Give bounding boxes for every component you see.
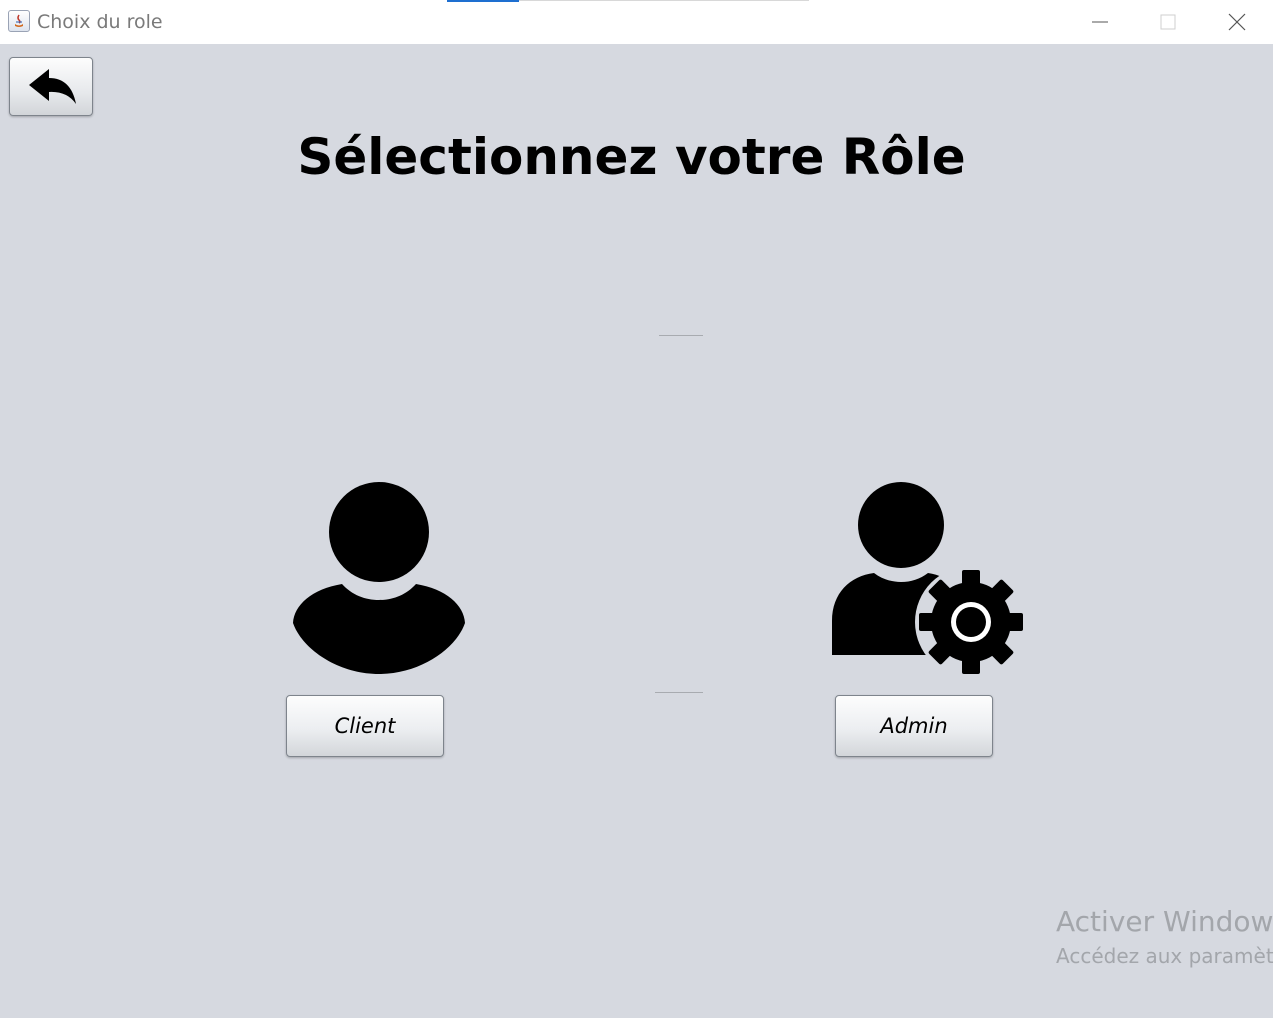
admin-button[interactable]: Admin	[835, 695, 993, 757]
maximize-icon	[1160, 14, 1176, 30]
watermark-subtitle: Accédez aux paramètres	[1056, 944, 1273, 968]
user-icon	[292, 481, 466, 680]
close-button[interactable]	[1203, 0, 1271, 44]
title-bar: Choix du role	[0, 0, 1273, 44]
maximize-button[interactable]	[1134, 0, 1202, 44]
page-title: Sélectionnez votre Rôle	[297, 128, 966, 186]
user-gear-icon	[830, 481, 1026, 682]
title-bar-accent	[447, 0, 519, 2]
back-arrow-icon	[29, 69, 76, 104]
client-button[interactable]: Client	[286, 695, 444, 757]
activation-watermark: Activer Windows Accédez aux paramètres	[1056, 905, 1273, 968]
back-button[interactable]	[9, 57, 93, 116]
java-app-icon	[8, 10, 30, 32]
minimize-button[interactable]	[1066, 0, 1134, 44]
separator	[659, 335, 703, 336]
close-icon	[1228, 13, 1246, 31]
separator	[655, 692, 703, 693]
window-title: Choix du role	[37, 11, 163, 33]
title-bar-track	[519, 0, 809, 1]
minimize-icon	[1092, 21, 1108, 23]
watermark-title: Activer Windows	[1056, 905, 1273, 938]
